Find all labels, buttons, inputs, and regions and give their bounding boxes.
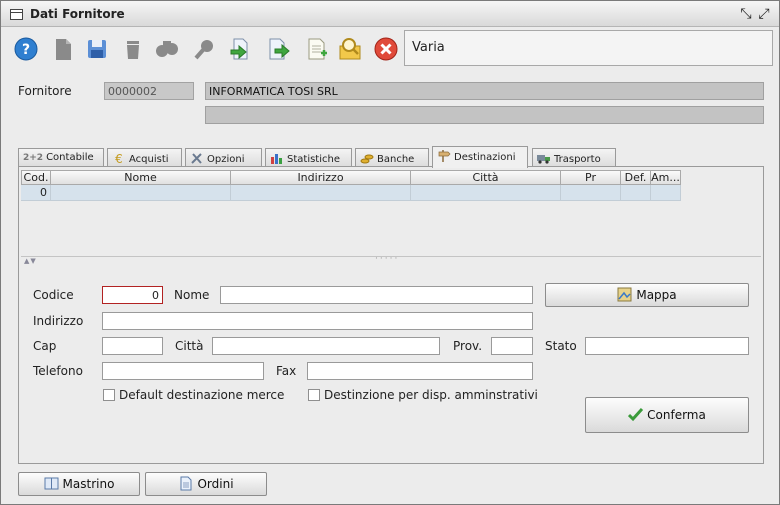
- supplier-name2-field[interactable]: [205, 106, 764, 124]
- nome-field[interactable]: [220, 286, 533, 304]
- svg-text:€: €: [115, 152, 123, 164]
- window-icon: [10, 9, 23, 20]
- lookup-icon[interactable]: [337, 36, 363, 62]
- tools-icon: [190, 152, 204, 164]
- telefono-field[interactable]: [102, 362, 264, 380]
- destinazioni-panel: Cod. Nome Indirizzo Città Pr Def. Am... …: [18, 166, 764, 464]
- table-cell: [561, 185, 621, 201]
- tab-contabile[interactable]: 2+2 Contabile: [18, 148, 104, 167]
- default-destinazione-label: Default destinazione merce: [119, 388, 285, 402]
- destinazione-amministrativi-label: Destinzione per disp. amminstrativi: [324, 388, 538, 402]
- tab-label: Acquisti: [129, 154, 169, 165]
- ordini-label: Ordini: [197, 477, 234, 491]
- destinazione-amministrativi-checkbox[interactable]: [308, 389, 320, 401]
- supplier-code-field[interactable]: 0000002: [104, 82, 194, 100]
- column-header[interactable]: Nome: [51, 170, 231, 185]
- new-document-icon[interactable]: [304, 36, 330, 62]
- ordini-button[interactable]: Ordini: [145, 472, 267, 496]
- search-icon[interactable]: [192, 36, 218, 62]
- column-header[interactable]: Cod.: [21, 170, 51, 185]
- close-icon[interactable]: [373, 36, 399, 62]
- truck-icon: [537, 152, 551, 164]
- tab-label: Statistiche: [287, 154, 340, 165]
- order-document-icon: [178, 476, 193, 491]
- mastrino-label: Mastrino: [62, 477, 115, 491]
- default-destinazione-checkbox[interactable]: [103, 389, 115, 401]
- table-cell: [621, 185, 651, 201]
- import-icon[interactable]: [227, 36, 253, 62]
- supplier-label: Fornitore: [18, 84, 72, 98]
- indirizzo-label: Indirizzo: [33, 314, 84, 328]
- title-bar: Dati Fornitore ⤡ ⤢: [1, 1, 779, 27]
- table-cell: [651, 185, 681, 201]
- category-display: Varia: [404, 30, 773, 66]
- tab-trasporto[interactable]: Trasporto: [532, 148, 616, 167]
- table-cell: 0: [21, 185, 51, 201]
- indirizzo-field[interactable]: [102, 312, 533, 330]
- plus-minus-icon: 2+2: [23, 153, 44, 163]
- tab-label: Destinazioni: [454, 152, 516, 163]
- trash-icon[interactable]: [120, 36, 146, 62]
- table-cell: [231, 185, 411, 201]
- tab-opzioni[interactable]: Opzioni: [185, 148, 262, 167]
- codice-label: Codice: [33, 288, 74, 302]
- supplier-name-field[interactable]: INFORMATICA TOSI SRL: [205, 82, 764, 100]
- tab-label: Contabile: [46, 152, 94, 163]
- mappa-button[interactable]: Mappa: [545, 283, 749, 307]
- tab-label: Opzioni: [207, 154, 245, 165]
- column-header[interactable]: Città: [411, 170, 561, 185]
- telefono-label: Telefono: [33, 364, 83, 378]
- cap-field[interactable]: [102, 337, 163, 355]
- column-header[interactable]: Pr: [561, 170, 621, 185]
- prov-field[interactable]: [491, 337, 533, 355]
- codice-field[interactable]: 0: [102, 286, 163, 304]
- table-cell: [51, 185, 231, 201]
- signpost-icon: [437, 150, 451, 162]
- stato-field[interactable]: [585, 337, 749, 355]
- conferma-button[interactable]: Conferma: [585, 397, 749, 433]
- document-icon[interactable]: [50, 36, 76, 62]
- restore-icon[interactable]: ⤡: [738, 6, 754, 22]
- help-icon[interactable]: ?: [13, 36, 39, 62]
- mappa-label: Mappa: [636, 288, 677, 302]
- prov-label: Prov.: [453, 339, 483, 353]
- toolbar: ? Varia: [7, 29, 773, 69]
- tab-label: Trasporto: [554, 154, 601, 165]
- grip-icon: ·····: [375, 254, 400, 264]
- column-header[interactable]: Def.: [621, 170, 651, 185]
- tab-destinazioni[interactable]: Destinazioni: [432, 146, 528, 168]
- coins-icon: [360, 152, 374, 164]
- checkmark-icon: [628, 401, 644, 422]
- collapse-arrows-icon[interactable]: ▲▼: [24, 257, 37, 265]
- tab-statistiche[interactable]: Statistiche: [265, 148, 352, 167]
- fax-label: Fax: [276, 364, 297, 378]
- column-header[interactable]: Am...: [651, 170, 681, 185]
- citta-field[interactable]: [212, 337, 440, 355]
- maximize-icon[interactable]: ⤢: [756, 6, 772, 22]
- window-title: Dati Fornitore: [30, 7, 125, 21]
- citta-label: Città: [175, 339, 204, 353]
- svg-text:?: ?: [22, 42, 30, 58]
- column-header[interactable]: Indirizzo: [231, 170, 411, 185]
- tab-banche[interactable]: Banche: [355, 148, 429, 167]
- bar-chart-icon: [270, 152, 284, 164]
- binoculars-icon[interactable]: [154, 36, 180, 62]
- fax-field[interactable]: [307, 362, 533, 380]
- tab-acquisti[interactable]: € Acquisti: [107, 148, 182, 167]
- table-cell: [411, 185, 561, 201]
- window: Dati Fornitore ⤡ ⤢ ? Varia Fornitore 000…: [0, 0, 780, 505]
- export-icon[interactable]: [265, 36, 291, 62]
- nome-label: Nome: [174, 288, 210, 302]
- cap-label: Cap: [33, 339, 57, 353]
- save-icon[interactable]: [84, 36, 110, 62]
- conferma-label: Conferma: [647, 408, 706, 422]
- destinations-table: Cod. Nome Indirizzo Città Pr Def. Am... …: [21, 170, 761, 257]
- euro-icon: €: [112, 152, 126, 166]
- split-divider[interactable]: ▲▼ ·····: [21, 254, 761, 265]
- tab-label: Banche: [377, 154, 415, 165]
- map-icon: [617, 287, 632, 302]
- mastrino-button[interactable]: Mastrino: [18, 472, 140, 496]
- ledger-icon: [44, 476, 59, 491]
- stato-label: Stato: [545, 339, 577, 353]
